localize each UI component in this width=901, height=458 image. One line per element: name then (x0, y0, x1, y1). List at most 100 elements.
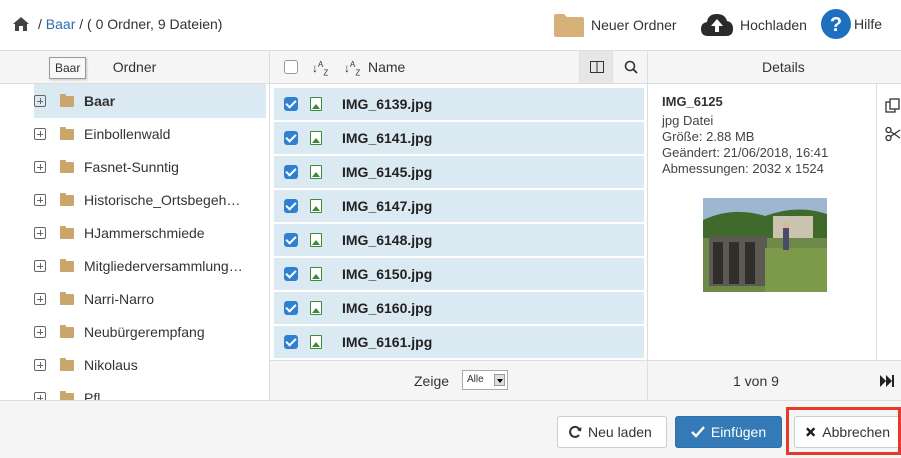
folder-icon (60, 357, 74, 371)
sort-name-icon[interactable]: ↓AZ (344, 58, 360, 80)
expand-icon[interactable] (34, 194, 46, 206)
file-checkbox[interactable] (284, 165, 298, 179)
details-dimensions: Abmessungen: 2032 x 1524 (662, 161, 824, 176)
expand-icon[interactable] (34, 260, 46, 272)
image-preview (703, 198, 827, 292)
folder-icon (60, 126, 74, 140)
tree-item[interactable]: Historische_Ortsbegeh… (34, 183, 266, 217)
expand-icon[interactable] (34, 293, 46, 305)
insert-button[interactable]: Einfügen (675, 416, 782, 448)
details-file-type: jpg Datei (662, 113, 714, 128)
file-row[interactable]: IMG_6141.jpg (274, 122, 644, 154)
file-name: IMG_6147.jpg (342, 198, 433, 214)
help-button[interactable]: ? Hilfe (820, 6, 882, 42)
tree-item-label: Einbollenwald (84, 126, 171, 142)
tree-item[interactable]: Nikolaus (34, 348, 266, 382)
show-count-select[interactable]: Alle (462, 370, 508, 390)
reload-button[interactable]: Neu laden (557, 416, 667, 448)
breadcrumb: / Baar / ( 0 Ordner, 9 Dateien) (38, 16, 222, 32)
folder-icon (60, 192, 74, 206)
top-bar: / Baar / ( 0 Ordner, 9 Dateien) Neuer Or… (0, 0, 901, 50)
breadcrumb-current-folder[interactable]: Baar (46, 16, 76, 32)
tree-item-baar[interactable]: Baar (34, 84, 266, 118)
expand-icon[interactable] (34, 128, 46, 140)
tree-item[interactable]: Neubürgerempfang (34, 315, 266, 349)
name-column-header[interactable]: Name (368, 51, 405, 83)
expand-icon[interactable] (34, 161, 46, 173)
details-panel: IMG_6125 jpg Datei Größe: 2.88 MB Geände… (648, 84, 876, 360)
file-row[interactable]: IMG_6147.jpg (274, 190, 644, 222)
file-row[interactable]: IMG_6150.jpg (274, 258, 644, 290)
file-checkbox[interactable] (284, 335, 298, 349)
upload-button[interactable]: Hochladen (700, 8, 807, 42)
folder-icon (60, 258, 74, 272)
scissors-icon[interactable] (885, 126, 901, 142)
tree-item[interactable]: Mitgliederversammlung… (34, 249, 266, 283)
image-file-icon (310, 267, 322, 281)
details-footer: 1 von 9 (648, 360, 901, 400)
folders-column-header: Ordner (0, 51, 270, 83)
refresh-icon (569, 425, 582, 438)
file-row[interactable]: IMG_6145.jpg (274, 156, 644, 188)
file-checkbox[interactable] (284, 97, 298, 111)
last-page-icon[interactable] (880, 375, 894, 387)
view-toggle-button[interactable] (579, 51, 613, 83)
dialog-footer: Neu laden Einfügen Abbrechen (0, 400, 901, 458)
file-list-footer: Zeige Alle (270, 360, 648, 400)
select-all-checkbox[interactable] (284, 60, 298, 74)
folder-icon (60, 225, 74, 239)
search-button[interactable] (613, 51, 648, 83)
upload-label: Hochladen (740, 17, 807, 33)
folder-icon (60, 159, 74, 173)
breadcrumb-separator: / (38, 16, 42, 32)
new-folder-button[interactable]: Neuer Ordner (553, 8, 677, 42)
image-file-icon (310, 199, 322, 213)
file-name: IMG_6150.jpg (342, 266, 433, 282)
expand-icon[interactable] (34, 359, 46, 371)
tree-item[interactable]: HJammerschmiede (34, 216, 266, 250)
file-checkbox[interactable] (284, 267, 298, 281)
tooltip: Baar (49, 57, 87, 79)
show-count-value: Alle (467, 374, 484, 385)
copy-icon[interactable] (885, 98, 901, 114)
file-checkbox[interactable] (284, 199, 298, 213)
tree-item[interactable]: Narri-Narro (34, 282, 266, 316)
expand-icon[interactable] (34, 392, 46, 400)
file-list: IMG_6139.jpg IMG_6141.jpg IMG_6145.jpg I… (270, 84, 648, 360)
file-name: IMG_6161.jpg (342, 334, 433, 350)
folder-icon (554, 14, 584, 37)
tree-item[interactable]: Einbollenwald (34, 117, 266, 151)
tree-item[interactable]: Pfl… (34, 381, 266, 400)
folder-icon (60, 390, 74, 400)
file-name: IMG_6148.jpg (342, 232, 433, 248)
reload-label: Neu laden (588, 424, 652, 440)
file-row[interactable]: IMG_6160.jpg (274, 292, 644, 324)
tree-item-label: Neubürgerempfang (84, 324, 205, 340)
breadcrumb-summary: / ( 0 Ordner, 9 Dateien) (79, 16, 223, 32)
folder-tree: Baar Einbollenwald Fasnet-Sunntig Histor… (0, 84, 270, 400)
tree-item[interactable]: Fasnet-Sunntig (34, 150, 266, 184)
help-label: Hilfe (854, 16, 883, 32)
expand-icon[interactable] (34, 95, 46, 107)
folders-header-label: Ordner (112, 59, 157, 75)
file-row[interactable]: IMG_6139.jpg (274, 88, 644, 120)
folder-icon (60, 324, 74, 338)
sort-toggle-icon[interactable]: ↓AZ (312, 58, 328, 80)
tree-item-label: Historische_Ortsbegeh… (84, 192, 241, 208)
tree-item-label: Mitgliederversammlung… (84, 258, 243, 274)
file-checkbox[interactable] (284, 301, 298, 315)
expand-icon[interactable] (34, 227, 46, 239)
tree-item-label: Baar (84, 93, 116, 109)
file-row[interactable]: IMG_6148.jpg (274, 224, 644, 256)
cloud-upload-icon (701, 14, 733, 36)
file-row[interactable]: IMG_6161.jpg (274, 326, 644, 358)
tree-item-label: Pfl… (84, 390, 115, 400)
columns-view-icon (590, 61, 604, 73)
image-file-icon (310, 97, 322, 111)
files-column-header: ↓AZ ↓AZ Name (270, 51, 648, 83)
file-checkbox[interactable] (284, 233, 298, 247)
file-checkbox[interactable] (284, 131, 298, 145)
home-icon[interactable] (12, 16, 30, 32)
expand-icon[interactable] (34, 326, 46, 338)
image-file-icon (310, 165, 322, 179)
